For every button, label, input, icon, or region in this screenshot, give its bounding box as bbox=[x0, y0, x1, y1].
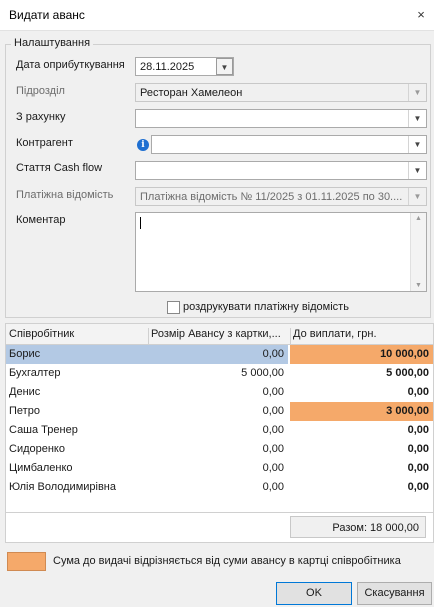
cashflow-select[interactable]: ▼ bbox=[135, 161, 427, 180]
cell-employee[interactable]: Цимбаленко bbox=[9, 462, 149, 474]
table-header: Співробітник Розмір Авансу з картки,... … bbox=[6, 324, 433, 348]
account-select[interactable]: ▼ bbox=[135, 109, 427, 128]
cell-pay[interactable]: 0,00 bbox=[290, 478, 433, 497]
window-title: Видати аванс bbox=[9, 8, 85, 22]
cell-pay[interactable]: 0,00 bbox=[290, 383, 433, 402]
counterparty-select[interactable]: ▼ bbox=[151, 135, 427, 154]
cell-employee[interactable]: Юлія Володимирівна bbox=[9, 481, 149, 493]
cell-pay[interactable]: 5 000,00 bbox=[290, 364, 433, 383]
date-label: Дата оприбуткування bbox=[16, 59, 125, 71]
close-icon[interactable]: × bbox=[408, 4, 434, 26]
chevron-down-icon[interactable]: ▼ bbox=[408, 162, 426, 179]
table-row[interactable]: Юлія Володимирівна 0,00 0,00 bbox=[6, 478, 433, 497]
cell-employee[interactable]: Денис bbox=[9, 386, 149, 398]
chevron-down-icon[interactable]: ▼ bbox=[408, 84, 426, 101]
cell-pay[interactable]: 0,00 bbox=[290, 440, 433, 459]
chevron-down-icon[interactable]: ▼ bbox=[408, 136, 426, 153]
cell-advance[interactable]: 0,00 bbox=[148, 402, 288, 421]
cell-employee[interactable]: Борис bbox=[6, 345, 148, 364]
table-row[interactable]: Сидоренко 0,00 0,00 bbox=[6, 440, 433, 459]
division-value: Ресторан Хамелеон bbox=[140, 87, 243, 99]
print-payroll-label[interactable]: роздрукувати платіжну відомість bbox=[183, 301, 349, 313]
cell-advance[interactable]: 0,00 bbox=[148, 478, 288, 497]
payroll-select[interactable]: Платіжна відомість № 11/2025 з 01.11.202… bbox=[135, 187, 427, 206]
comment-label: Коментар bbox=[16, 214, 66, 226]
column-header-pay[interactable]: До виплати, грн. bbox=[293, 328, 431, 340]
employee-table: Співробітник Розмір Авансу з картки,... … bbox=[5, 323, 434, 543]
payroll-label: Платіжна відомість bbox=[16, 189, 114, 201]
table-row[interactable]: Бухгалтер 5 000,00 5 000,00 bbox=[6, 364, 433, 383]
table-row[interactable]: Петро 0,00 3 000,00 bbox=[6, 402, 433, 421]
counterparty-label: Контрагент bbox=[16, 137, 73, 149]
scroll-down-icon[interactable]: ▼ bbox=[411, 282, 426, 289]
date-value: 28.11.2025 bbox=[140, 61, 195, 73]
legend-swatch bbox=[7, 552, 46, 571]
payroll-value: Платіжна відомість № 11/2025 з 01.11.202… bbox=[140, 191, 403, 203]
cashflow-label: Стаття Cash flow bbox=[16, 162, 103, 174]
chevron-down-icon[interactable]: ▼ bbox=[408, 110, 426, 127]
division-label: Підрозділ bbox=[16, 85, 65, 97]
cell-advance[interactable]: 0,00 bbox=[148, 440, 288, 459]
ok-button[interactable]: OK bbox=[276, 582, 352, 605]
cell-employee[interactable]: Бухгалтер bbox=[9, 367, 149, 379]
total-sum: Разом: 18 000,00 bbox=[290, 516, 426, 538]
column-header-employee[interactable]: Співробітник bbox=[9, 328, 147, 340]
cell-employee[interactable]: Саша Тренер bbox=[9, 424, 149, 436]
text-caret bbox=[140, 217, 141, 229]
legend-text: Сума до видачі відрізняється від суми ав… bbox=[53, 555, 401, 567]
date-picker[interactable]: 28.11.2025 ▼ bbox=[135, 57, 234, 76]
table-row[interactable]: Денис 0,00 0,00 bbox=[6, 383, 433, 402]
table-row[interactable]: Цимбаленко 0,00 0,00 bbox=[6, 459, 433, 478]
table-row[interactable]: Саша Тренер 0,00 0,00 bbox=[6, 421, 433, 440]
comment-textarea[interactable]: ▲ ▼ bbox=[135, 212, 427, 292]
division-select[interactable]: Ресторан Хамелеон ▼ bbox=[135, 83, 427, 102]
table-footer-divider bbox=[6, 512, 433, 513]
account-label: З рахунку bbox=[16, 111, 66, 123]
cell-employee[interactable]: Петро bbox=[9, 405, 149, 417]
cancel-button[interactable]: Скасування bbox=[357, 582, 432, 605]
cell-advance[interactable]: 0,00 bbox=[148, 421, 288, 440]
cell-pay[interactable]: 0,00 bbox=[290, 421, 433, 440]
print-payroll-checkbox[interactable] bbox=[167, 301, 180, 314]
title-bar: Видати аванс × bbox=[0, 0, 434, 31]
cell-advance[interactable]: 5 000,00 bbox=[148, 364, 288, 383]
scroll-up-icon[interactable]: ▲ bbox=[411, 215, 426, 222]
comment-scrollbar[interactable]: ▲ ▼ bbox=[410, 213, 426, 291]
cell-pay[interactable]: 10 000,00 bbox=[290, 345, 433, 364]
chevron-down-icon[interactable]: ▼ bbox=[216, 58, 233, 75]
info-icon[interactable]: i bbox=[137, 139, 149, 151]
table-row[interactable]: Борис 0,00 10 000,00 bbox=[6, 345, 433, 364]
settings-group-label: Налаштування bbox=[11, 37, 94, 49]
cell-advance[interactable]: 0,00 bbox=[148, 383, 288, 402]
chevron-down-icon[interactable]: ▼ bbox=[408, 188, 426, 205]
cell-pay[interactable]: 3 000,00 bbox=[290, 402, 433, 421]
column-header-advance[interactable]: Розмір Авансу з картки,... bbox=[151, 328, 289, 340]
cell-pay[interactable]: 0,00 bbox=[290, 459, 433, 478]
cell-advance[interactable]: 0,00 bbox=[148, 345, 288, 364]
cell-employee[interactable]: Сидоренко bbox=[9, 443, 149, 455]
cell-advance[interactable]: 0,00 bbox=[148, 459, 288, 478]
